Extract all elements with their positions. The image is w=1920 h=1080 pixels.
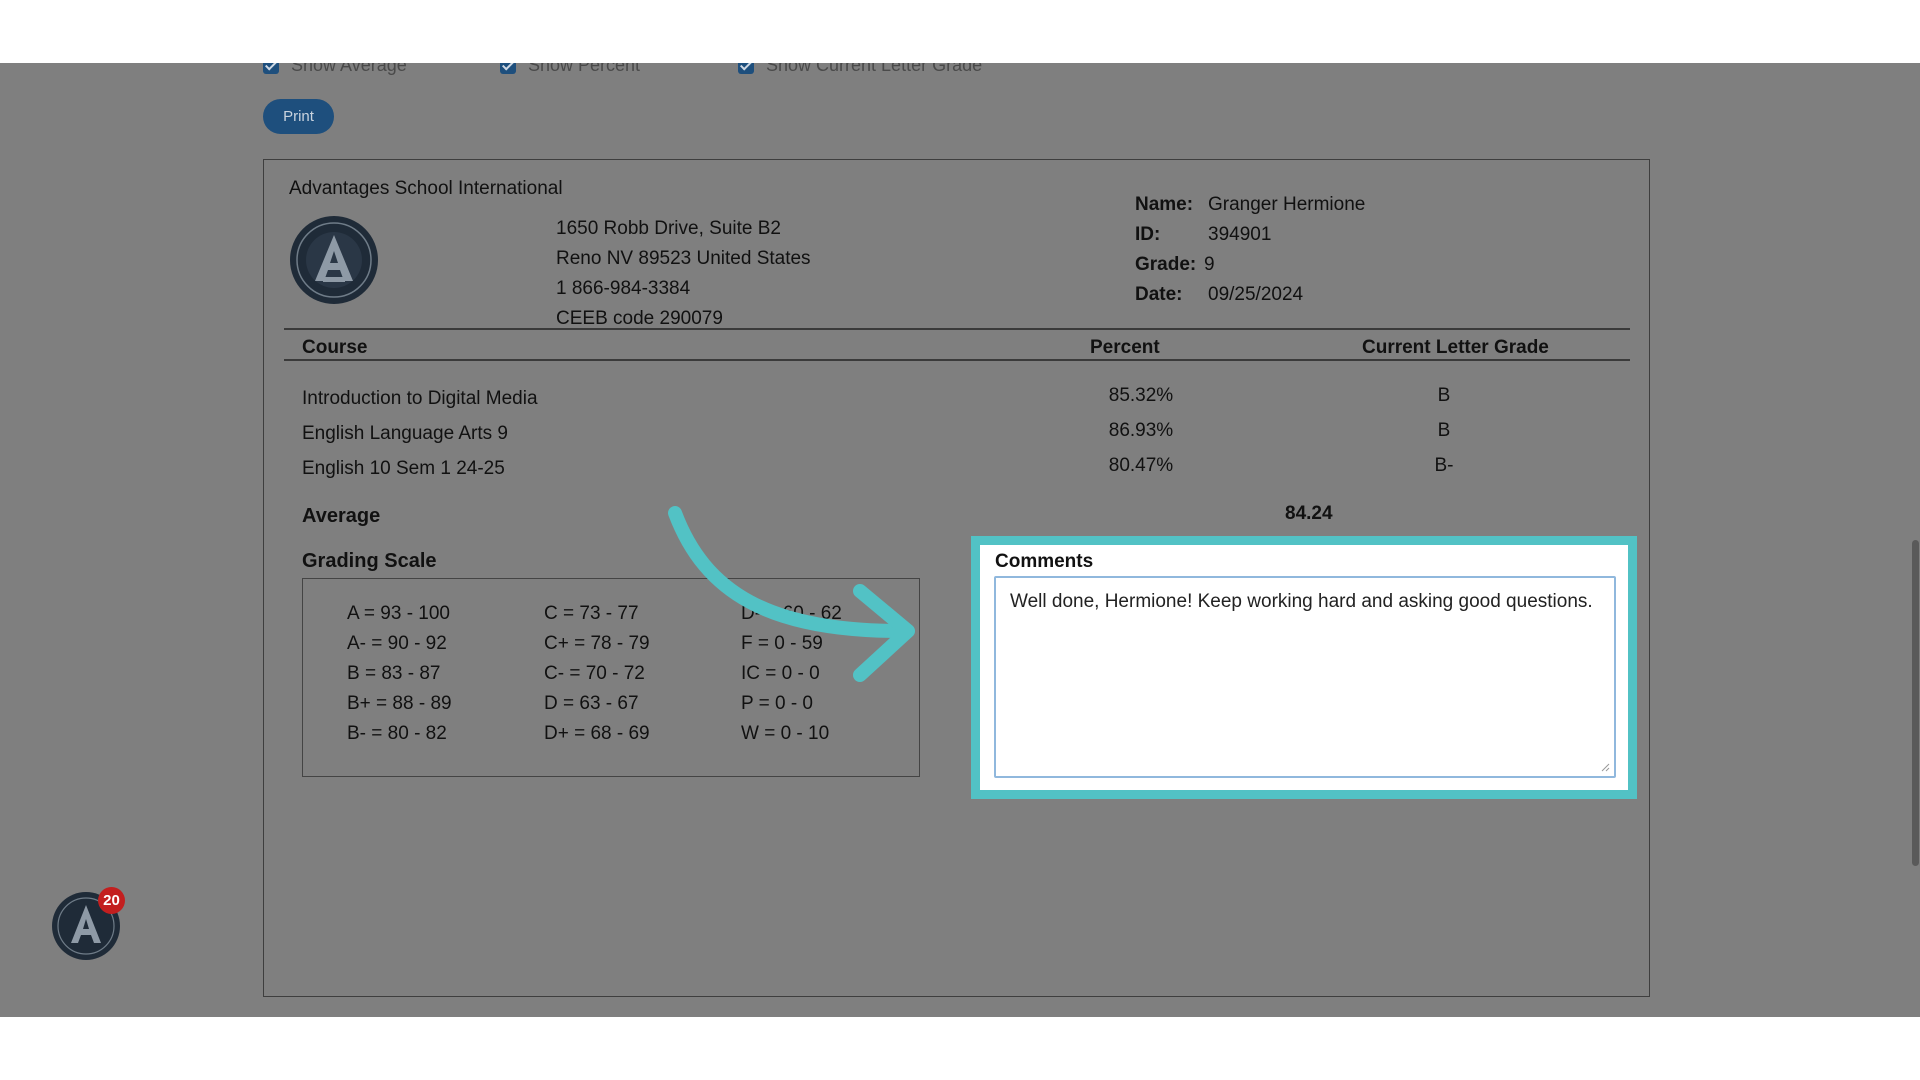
date-label: Date: [1135,284,1183,305]
show-percent-option[interactable]: Show Percent [500,63,640,76]
student-id: 394901 [1208,224,1272,245]
show-percent-label: Show Percent [528,63,641,75]
grading-scale-column-1: A = 93 - 100 A- = 90 - 92 B = 83 - 87 B+… [347,599,452,749]
header-top-rule [284,328,1630,330]
table-row-letter: B [1437,385,1451,406]
comments-label: Comments [995,551,1094,572]
student-grade: 9 [1204,254,1215,275]
grading-scale-column-3: D- = 60 - 62 F = 0 - 59 IC = 0 - 0 P = 0… [741,599,842,749]
school-address: 1650 Robb Drive, Suite B2 Reno NV 89523 … [556,214,811,334]
grading-scale-item: D- = 60 - 62 [741,603,842,624]
grading-scale-item: B+ = 88 - 89 [347,693,452,714]
table-row-percent: 80.47% [1108,455,1174,476]
table-row-percent: 86.93% [1108,420,1174,441]
show-letter-grade-label: Show Current Letter Grade [766,63,983,75]
show-average-label: Show Average [291,63,407,75]
school-name: Advantages School International [289,178,563,199]
address-line-2: Reno NV 89523 United States [556,248,811,269]
grading-scale-title: Grading Scale [302,550,437,572]
report-card: Advantages School International 1650 Rob… [263,159,1650,997]
notification-badge: 20 [98,887,125,914]
percent-header: Percent [1090,337,1160,358]
table-row-course: Introduction to Digital Media [302,388,538,409]
school-phone: 1 866-984-3384 [556,278,691,299]
average-label: Average [302,505,381,527]
address-line-1: 1650 Robb Drive, Suite B2 [556,218,781,239]
header-bottom-rule [284,359,1630,361]
student-name: Granger Hermione [1208,194,1366,215]
grading-scale-column-2: C = 73 - 77 C+ = 78 - 79 C- = 70 - 72 D … [544,599,650,749]
name-label: Name: [1135,194,1194,215]
table-row-letter: B [1437,420,1451,441]
table-row-percent: 85.32% [1108,385,1174,406]
grading-scale-box: A = 93 - 100 A- = 90 - 92 B = 83 - 87 B+… [302,578,920,777]
scrollbar-thumb[interactable] [1912,540,1919,866]
course-header: Course [302,337,368,358]
grading-scale-item: B = 83 - 87 [347,663,441,684]
grading-scale-item: C = 73 - 77 [544,603,639,624]
grading-scale-item: C- = 70 - 72 [544,663,645,684]
table-row-course: English 10 Sem 1 24-25 [302,458,505,479]
grading-scale-item: F = 0 - 59 [741,633,823,654]
letter-grade-header: Current Letter Grade [1362,337,1549,358]
show-percent-checkbox[interactable] [500,63,516,74]
print-button[interactable]: Print [263,99,334,134]
grading-scale-item: B- = 80 - 82 [347,723,447,744]
report-date: 09/25/2024 [1208,284,1304,305]
grading-scale-item: D+ = 68 - 69 [544,723,650,744]
table-row-course: English Language Arts 9 [302,423,508,444]
grading-scale-item: W = 0 - 10 [741,723,830,744]
page-overlay: Show Average Show Percent Show Current L… [0,63,1920,1017]
show-letter-grade-option[interactable]: Show Current Letter Grade [738,63,982,76]
id-label: ID: [1135,224,1161,245]
comments-textarea[interactable]: Well done, Hermione! Keep working hard a… [994,576,1616,778]
show-average-option[interactable]: Show Average [263,63,407,76]
resize-handle-icon[interactable] [1600,762,1610,772]
grade-label: Grade: [1135,254,1197,275]
table-row-letter: B- [1434,455,1454,476]
average-value: 84.24 [1285,503,1333,524]
show-average-checkbox[interactable] [263,63,279,74]
comments-highlight: Comments Well done, Hermione! Keep worki… [971,536,1637,799]
student-info: Name: Granger Hermione ID: 394901 Grade: 9 … [1135,190,1365,310]
grading-scale-item: D = 63 - 67 [544,693,639,714]
show-letter-grade-checkbox[interactable] [738,63,754,74]
grading-scale-item: A = 93 - 100 [347,603,450,624]
grading-scale-item: C+ = 78 - 79 [544,633,650,654]
grading-scale-item: IC = 0 - 0 [741,663,820,684]
grading-scale-item: P = 0 - 0 [741,693,814,714]
school-logo-icon [290,216,378,304]
grading-scale-item: A- = 90 - 92 [347,633,447,654]
